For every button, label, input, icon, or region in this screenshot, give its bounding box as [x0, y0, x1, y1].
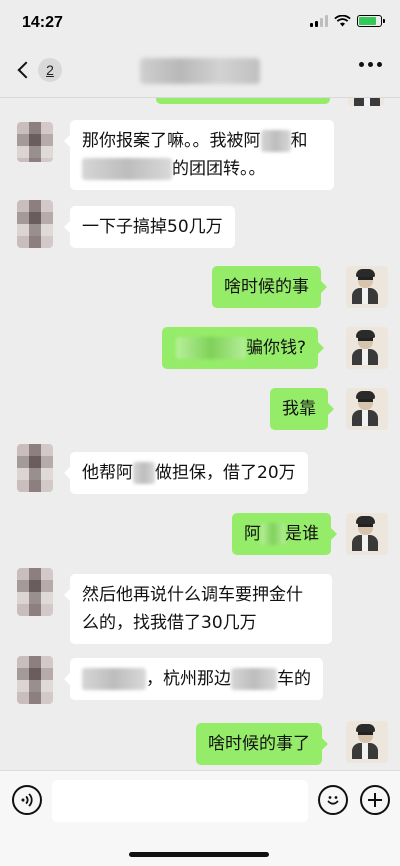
battery-icon [357, 15, 385, 27]
my-avatar[interactable] [346, 721, 388, 763]
more-options-button[interactable] [359, 62, 382, 67]
message-bubble[interactable]: 骗你钱? [162, 327, 325, 369]
home-indicator[interactable] [129, 852, 269, 857]
my-avatar[interactable] [346, 388, 388, 430]
message-text: ，杭州那边 [146, 669, 231, 689]
add-button[interactable] [360, 785, 390, 815]
message-text: 车的 [277, 669, 311, 689]
status-icons [310, 15, 385, 27]
back-button[interactable]: 2 [16, 58, 62, 82]
message-bubble[interactable]: 啥时候的事了 [196, 723, 328, 765]
message-bubble[interactable]: 一下子搞掉50几万 [64, 206, 235, 248]
unread-badge: 2 [38, 58, 62, 82]
message-text: 我靠 [282, 399, 316, 419]
message-bubble-partial[interactable] [156, 98, 330, 104]
emoji-icon [327, 796, 339, 805]
message-bubble[interactable]: 我靠 [270, 388, 334, 430]
message-bubble[interactable]: ，杭州那边 车的 [64, 658, 323, 700]
message-text: 啥时候的事 [224, 277, 309, 297]
message-text: 么的，找我借了30几万 [82, 613, 257, 633]
chat-header: 2 [0, 44, 400, 98]
status-bar: 14:27 [0, 0, 400, 44]
message-text: 阿 [244, 524, 261, 544]
message-bubble[interactable]: 啥时候的事 [212, 266, 327, 308]
message-list[interactable]: 那你报案了嘛。。我被阿 和 的团团转。。 一下子搞掉50几万 啥时候的事 骗你钱?… [0, 98, 400, 770]
signal-icon [310, 15, 328, 27]
emoji-button[interactable] [318, 785, 348, 815]
message-bubble[interactable]: 那你报案了嘛。。我被阿 和 的团团转。。 [64, 120, 334, 190]
voice-icon [21, 793, 33, 807]
contact-avatar[interactable] [17, 444, 53, 492]
message-text: 做担保，借了20万 [155, 463, 296, 483]
my-avatar[interactable] [346, 327, 388, 369]
chevron-left-icon [17, 61, 35, 79]
contact-avatar[interactable] [17, 568, 53, 616]
wifi-icon [334, 15, 351, 27]
message-text: 然后他再说什么调车要押金什 [82, 585, 303, 605]
chat-title-redacted [140, 58, 260, 84]
message-input[interactable] [52, 780, 308, 822]
message-bubble[interactable]: 他帮阿 做担保，借了20万 [64, 452, 308, 494]
message-text: 的团团转。。 [172, 159, 266, 179]
message-text: 他帮阿 [82, 463, 133, 483]
message-text: 一下子搞掉50几万 [82, 217, 223, 237]
message-bubble[interactable]: 阿 是谁 [232, 513, 337, 555]
contact-avatar[interactable] [17, 656, 53, 704]
contact-avatar[interactable] [17, 200, 53, 248]
message-text: 那你报案了嘛。。我被阿 [82, 131, 261, 151]
status-time: 14:27 [22, 14, 63, 31]
plus-icon [368, 793, 382, 807]
voice-button[interactable] [12, 785, 42, 815]
message-bubble[interactable]: 然后他再说什么调车要押金什 么的，找我借了30几万 [64, 574, 332, 644]
my-avatar[interactable] [348, 98, 384, 106]
contact-avatar[interactable] [17, 122, 53, 162]
message-text: 和 [290, 131, 308, 151]
message-text: 骗你钱? [246, 338, 307, 358]
message-text: 啥时候的事了 [208, 734, 310, 754]
my-avatar[interactable] [346, 513, 388, 555]
message-text: 是谁 [285, 524, 319, 544]
my-avatar[interactable] [346, 266, 388, 308]
